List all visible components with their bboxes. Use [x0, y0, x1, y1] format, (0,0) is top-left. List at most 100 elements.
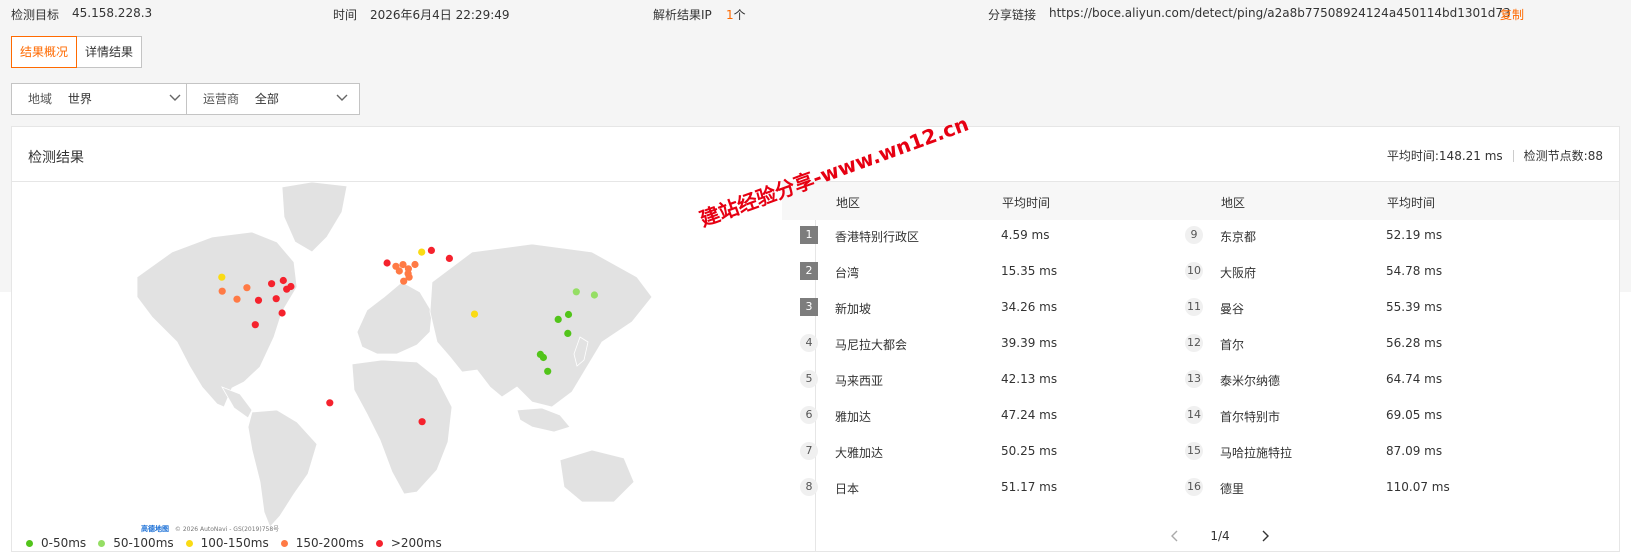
location-marker[interactable]	[251, 321, 259, 329]
legend-item: 0-50ms	[26, 536, 86, 550]
location-marker[interactable]	[278, 309, 286, 317]
region-name: 大阪府	[1220, 266, 1257, 280]
table-row: 11 曼谷 55.39 ms	[805, 292, 1607, 328]
location-marker[interactable]	[254, 296, 263, 304]
legend-dot	[98, 539, 106, 547]
rank-badge: 16	[1185, 478, 1203, 496]
legend-label: >200ms	[390, 536, 442, 550]
rank-badge: 14	[1185, 406, 1203, 424]
table-row: 15 马哈拉施特拉 87.09 ms	[805, 436, 1607, 472]
rank-badge: 12	[1185, 334, 1203, 352]
avg-time-value: 56.28 ms	[1386, 336, 1443, 350]
location-marker[interactable]	[418, 418, 426, 426]
location-marker[interactable]	[268, 280, 276, 288]
location-marker[interactable]	[243, 284, 251, 292]
region-name: 东京都	[1220, 230, 1257, 244]
location-marker[interactable]	[418, 248, 426, 256]
world-land	[136, 181, 653, 528]
chevron-left-icon[interactable]	[1170, 529, 1180, 543]
table-row: 14 首尔特别市 69.05 ms	[805, 400, 1607, 436]
world-map[interactable]	[12, 181, 816, 552]
region-select[interactable]: 地域 世界	[11, 83, 193, 115]
location-marker[interactable]	[218, 287, 226, 295]
location-marker[interactable]	[572, 288, 580, 296]
region-name: 马哈拉施特拉	[1220, 446, 1293, 460]
share-url[interactable]: https://boce.aliyun.com/detect/ping/a2a8…	[1049, 6, 1511, 20]
resolve-count-group: 1个	[726, 6, 746, 23]
chevron-down-icon	[169, 94, 181, 101]
node-count: 检测节点数:88	[1523, 149, 1603, 163]
resolve-count: 1	[726, 8, 734, 22]
copy-link-button[interactable]: 复制	[1500, 6, 1524, 23]
location-marker[interactable]	[445, 254, 453, 262]
legend-dot	[26, 539, 33, 547]
chevron-down-icon	[336, 94, 348, 101]
col-region-right: 地区	[1221, 196, 1246, 210]
location-marker[interactable]	[554, 315, 562, 323]
avg-time-value: 54.78 ms	[1386, 264, 1443, 278]
location-marker[interactable]	[233, 295, 241, 303]
location-marker[interactable]	[272, 295, 280, 303]
location-marker[interactable]	[536, 350, 545, 358]
legend-label: 150-200ms	[295, 536, 364, 550]
location-marker[interactable]	[283, 285, 291, 293]
page-indicator: 1/4	[1210, 529, 1230, 543]
target-label: 检测目标	[11, 8, 60, 22]
location-marker[interactable]	[404, 270, 412, 278]
table-header: 地区 平均时间 地区 平均时间	[782, 182, 1619, 220]
legend-label: 50-100ms	[113, 536, 174, 550]
legend-label: 100-150ms	[200, 536, 269, 550]
avg-time-value: 110.07 ms	[1386, 480, 1450, 494]
chevron-right-icon[interactable]	[1260, 529, 1270, 543]
avg-time-value: 87.09 ms	[1386, 444, 1443, 458]
rank-badge: 15	[1185, 442, 1203, 460]
panel-title: 检测结果	[28, 150, 84, 166]
table-row: 12 首尔 56.28 ms	[805, 328, 1607, 364]
location-marker[interactable]	[564, 329, 572, 337]
tab-overview[interactable]: 结果概况	[11, 36, 78, 68]
legend-item: 150-200ms	[280, 536, 364, 550]
location-marker[interactable]	[564, 310, 573, 319]
world-map-canvas	[136, 181, 653, 528]
location-marker[interactable]	[427, 246, 435, 254]
region-select-label: 地域	[28, 92, 53, 106]
result-tabs: 结果概况 详情结果	[11, 36, 143, 68]
isp-select-label: 运营商	[203, 92, 240, 106]
target-value: 45.158.228.3	[72, 6, 153, 20]
isp-select[interactable]: 运营商 全部	[186, 83, 360, 115]
table-row: 9 东京都 52.19 ms	[805, 220, 1607, 256]
map-attribution-text: © 2026 AutoNavi - GS(2019)758号	[174, 526, 280, 533]
location-marker[interactable]	[395, 267, 403, 275]
avg-time-value: 69.05 ms	[1386, 408, 1443, 422]
tab-details[interactable]: 详情结果	[77, 36, 143, 68]
map-attribution: 高德地图 © 2026 AutoNavi - GS(2019)758号	[141, 524, 279, 534]
avg-time-value: 64.74 ms	[1386, 372, 1443, 386]
table-row: 10 大阪府 54.78 ms	[805, 256, 1607, 292]
col-region-left: 地区	[836, 196, 861, 210]
avg-time: 平均时间:148.21 ms	[1386, 149, 1503, 163]
location-marker[interactable]	[470, 310, 479, 318]
region-name: 首尔特别市	[1220, 410, 1281, 424]
panel-summary: 平均时间:148.21 ms 检测节点数:88	[1387, 147, 1603, 164]
time-label: 时间	[333, 8, 358, 22]
location-marker[interactable]	[279, 276, 287, 285]
location-marker[interactable]	[326, 399, 334, 407]
location-marker[interactable]	[383, 259, 391, 267]
rank-badge: 10	[1185, 262, 1203, 280]
legend-dot	[375, 539, 383, 547]
legend-item: 100-150ms	[185, 536, 269, 550]
location-marker[interactable]	[590, 291, 599, 299]
location-marker[interactable]	[544, 367, 552, 375]
location-marker[interactable]	[218, 273, 226, 281]
location-marker[interactable]	[400, 277, 408, 285]
location-marker[interactable]	[411, 260, 419, 269]
region-select-value: 世界	[67, 92, 92, 106]
table-row: 13 泰米尔纳德 64.74 ms	[805, 364, 1607, 400]
rank-badge: 11	[1185, 298, 1203, 316]
region-name: 曼谷	[1220, 302, 1245, 316]
col-avg-right: 平均时间	[1387, 196, 1436, 210]
legend-dot	[185, 539, 193, 547]
legend-dot	[280, 539, 288, 547]
rank-badge: 9	[1185, 226, 1203, 244]
rank-badge: 13	[1185, 370, 1203, 388]
